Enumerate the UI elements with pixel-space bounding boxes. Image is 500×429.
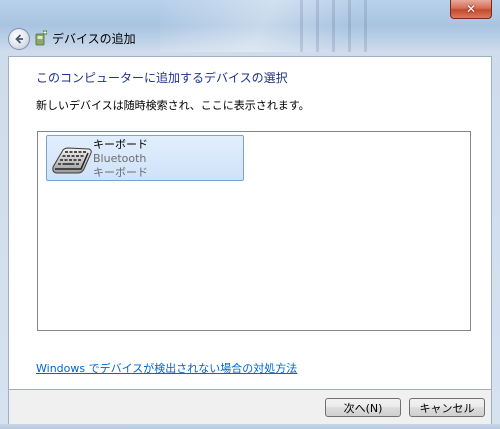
back-button[interactable] xyxy=(8,28,30,50)
close-button[interactable]: ✕ xyxy=(450,0,492,19)
cancel-button[interactable]: キャンセル xyxy=(409,398,485,417)
content-panel: このコンピューターに追加するデバイスの選択 新しいデバイスは随時検索され、ここに… xyxy=(8,56,492,390)
window-title: デバイスの追加 xyxy=(52,32,136,46)
device-item-keyboard[interactable]: キーボード Bluetooth キーボード xyxy=(46,135,244,181)
help-link[interactable]: Windows でデバイスが検出されない場合の対処方法 xyxy=(36,360,297,376)
add-device-window: ✕ デバイスの追加 このコンピューターに追加するデバイスの選択 新しいデバイスは… xyxy=(0,0,500,429)
button-bar: 次へ(N) キャンセル xyxy=(8,390,492,424)
title-bar-reflection xyxy=(160,0,420,52)
back-arrow-icon xyxy=(15,34,23,44)
close-icon: ✕ xyxy=(465,2,477,16)
instruction-text: 新しいデバイスは随時検索され、ここに表示されます。 xyxy=(36,99,310,112)
next-button[interactable]: 次へ(N) xyxy=(325,398,401,417)
window-bottom-frame xyxy=(0,424,500,429)
add-device-icon xyxy=(35,30,47,46)
device-category: キーボード xyxy=(93,166,148,179)
page-heading: このコンピューターに追加するデバイスの選択 xyxy=(36,71,288,85)
device-list[interactable]: キーボード Bluetooth キーボード xyxy=(37,131,471,331)
device-name: キーボード xyxy=(93,138,148,151)
device-connection: Bluetooth xyxy=(93,152,147,165)
device-info: キーボード Bluetooth キーボード xyxy=(93,138,148,180)
title-bar-texture xyxy=(300,0,380,52)
keyboard-icon xyxy=(52,147,92,174)
